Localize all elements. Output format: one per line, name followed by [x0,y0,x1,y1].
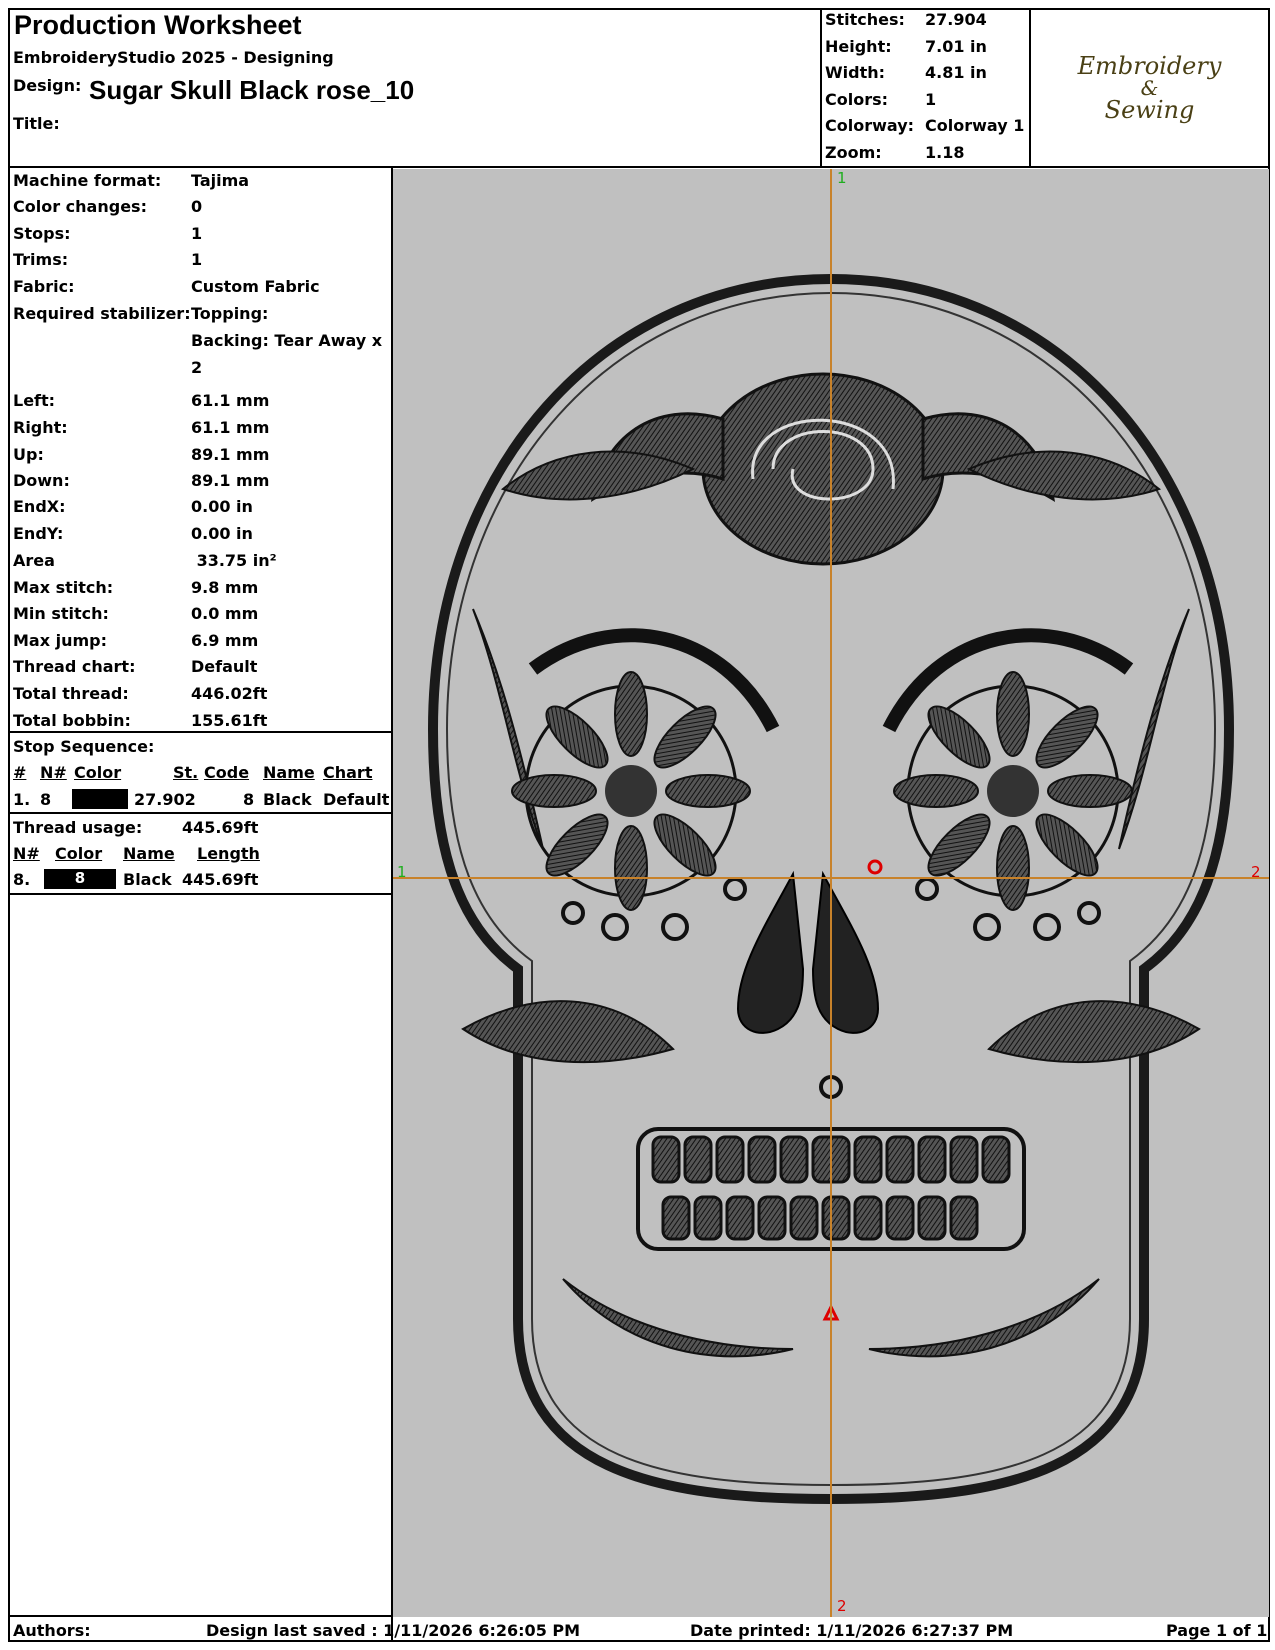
spec-label: Right: [13,418,68,437]
spec-label: EndY: [13,524,64,543]
summary-value: 7.01 in [925,37,987,56]
thread-usage-title: Thread usage: [13,818,143,837]
spec-value: 155.61ft [191,711,268,730]
summary-value: 4.81 in [925,63,987,82]
spec-value: 1 [191,250,203,269]
spec-value: 0 [191,197,203,216]
spec-label: Down: [13,471,70,490]
spec-label: Min stitch: [13,604,109,623]
spec-value: 1 [191,224,203,243]
col-header: Name [263,763,315,782]
design-label: Design: [13,76,82,95]
col-header: Length [197,844,260,863]
spec-label: Trims: [13,250,69,269]
spec-value: 61.1 mm [191,391,270,410]
spec-label: Color changes: [13,197,147,216]
col-header: Chart [323,763,373,782]
summary-label: Height: [825,37,892,56]
software-name: EmbroideryStudio 2025 - Designing [13,48,334,67]
thread-needle: 8. [13,870,31,889]
eye-flower-right [893,671,1133,911]
guide-label-top: 1 [837,169,847,187]
spec-label: Max stitch: [13,578,114,597]
spec-value: 0.00 in [191,497,253,516]
design-preview: 1 2 1 2 [393,169,1269,1617]
footer-saved: Design last saved : 1/11/2026 6:26:05 PM [206,1621,581,1640]
col-header: # [13,763,27,782]
stop-num: 1. [13,790,31,809]
spec-value: 33.75 in² [191,551,277,570]
spec-value: 446.02ft [191,684,268,703]
thread-name: Black [123,870,172,889]
guide-label-bottom: 2 [837,1597,847,1615]
page-title: Production Worksheet [14,10,302,40]
stop-needle: 8 [40,790,52,809]
spec-label: Max jump: [13,631,108,650]
summary-value: 1.18 [925,143,965,162]
sugar-skull-embroidery [393,169,1269,1617]
col-header: St. [173,763,199,782]
design-name: Sugar Skull Black rose_10 [89,75,415,105]
spec-value: 61.1 mm [191,418,270,437]
spec-label: Fabric: [13,277,75,296]
spec-value: Topping: [191,304,269,323]
footer-page: Page 1 of 1 [1166,1621,1268,1640]
stop-stitches: 27.902 [134,790,196,809]
col-header: Color [74,763,122,782]
spec-value: Tajima [191,171,250,190]
col-header: Name [123,844,175,863]
summary-label: Colorway: [825,116,915,135]
thread-usage-total: 445.69ft [182,818,259,837]
color-swatch [72,789,128,809]
spec-label: Left: [13,391,56,410]
logo-line-3: Sewing [1104,96,1195,124]
col-header: N# [40,763,67,782]
spec-label: Required stabilizer: [13,304,191,323]
title-label: Title: [13,114,60,133]
footer-printed: Date printed: 1/11/2026 6:27:37 PM [690,1621,1014,1640]
spec-label: Total bobbin: [13,711,131,730]
spec-value: Custom Fabric [191,277,320,296]
thread-length: 445.69ft [182,870,259,889]
spec-label: Total thread: [13,684,129,703]
summary-label: Width: [825,63,886,82]
summary-label: Stitches: [825,10,905,29]
summary-label: Colors: [825,90,889,109]
brand-logo: Embroidery & Sewing [1031,10,1268,166]
guide-label-left: 1 [397,863,407,881]
spec-value: 2 [191,358,203,377]
spec-value: 0.0 mm [191,604,259,623]
summary-value: 27.904 [925,10,987,29]
spec-value: 6.9 mm [191,631,259,650]
spec-label: EndX: [13,497,66,516]
spec-value: 0.00 in [191,524,253,543]
guide-label-right: 2 [1251,863,1261,881]
col-header: N# [13,844,40,863]
spec-value: 89.1 mm [191,471,270,490]
stop-name: Black [263,790,312,809]
stop-chart: Default [323,790,390,809]
spec-value: 89.1 mm [191,445,270,464]
spec-value: Backing: Tear Away x [191,331,383,350]
summary-value: 1 [925,90,937,109]
spec-label: Area [13,551,55,570]
col-header: Code [204,763,250,782]
spec-label: Stops: [13,224,71,243]
eye-flower-left [511,671,751,911]
summary-value: Colorway 1 [925,116,1025,135]
summary-label: Zoom: [825,143,882,162]
stop-sequence-title: Stop Sequence: [13,737,155,756]
footer-authors: Authors: [13,1621,91,1640]
spec-value: Default [191,657,258,676]
color-swatch: 8 [44,869,116,889]
spec-label: Up: [13,445,44,464]
stop-code: 8 [243,790,255,809]
spec-label: Thread chart: [13,657,136,676]
spec-label: Machine format: [13,171,162,190]
spec-value: 9.8 mm [191,578,259,597]
col-header: Color [55,844,103,863]
